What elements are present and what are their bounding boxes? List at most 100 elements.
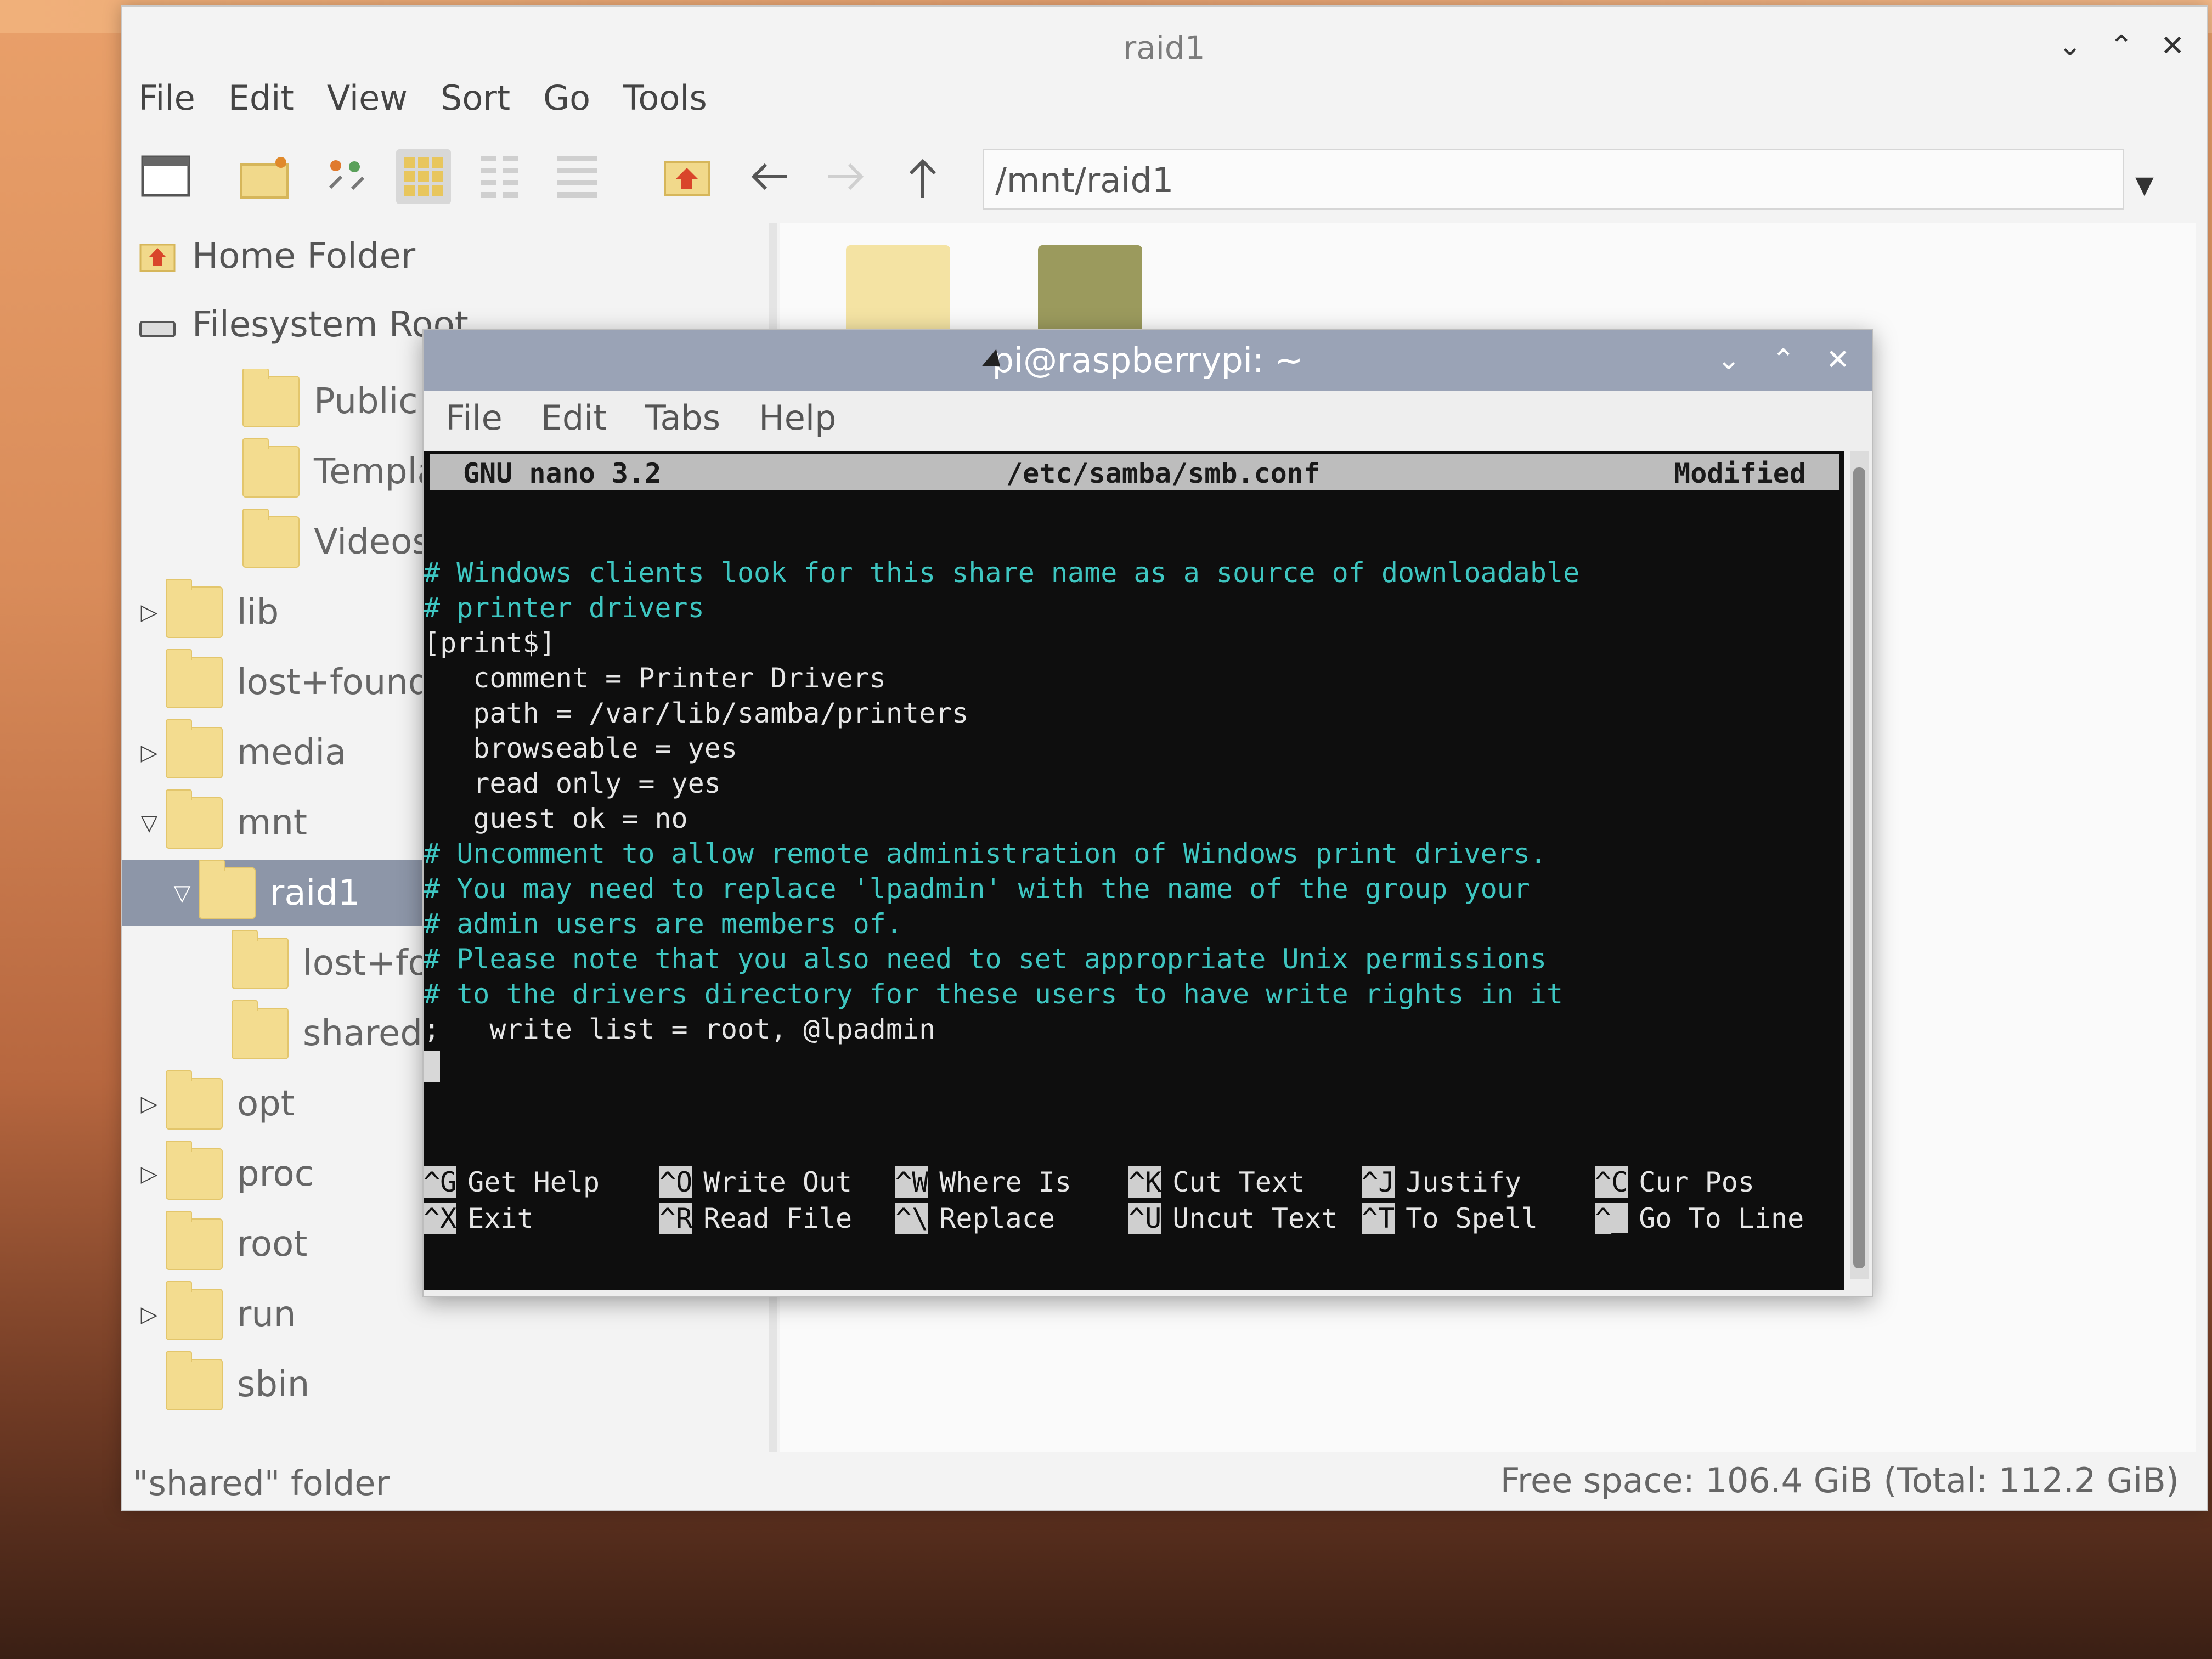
forward-arrow-icon[interactable]: [819, 149, 873, 204]
tree-item[interactable]: root: [166, 1211, 307, 1277]
status-selection: "shared" folder: [133, 1463, 390, 1503]
place-home-folder[interactable]: Home Folder: [138, 229, 415, 284]
compact-view-icon[interactable]: [473, 149, 528, 204]
shortcut-label: Replace: [939, 1203, 1055, 1234]
folder-icon: [242, 438, 300, 498]
nano-header: GNU nano 3.2 /etc/samba/smb.conf Modifie…: [430, 454, 1839, 490]
menu-sort[interactable]: Sort: [441, 78, 510, 118]
tree-item[interactable]: ▷ media: [133, 719, 346, 786]
shortcut-item: ^U Uncut Text: [1128, 1200, 1338, 1237]
editor-line: [print$]: [424, 627, 556, 659]
folder-icon: [166, 1211, 223, 1270]
menu-edit[interactable]: Edit: [228, 78, 294, 118]
shortcut-item: ^\ Replace: [895, 1200, 1055, 1237]
minimize-button[interactable]: ⌄: [2058, 30, 2082, 63]
terminal-screen[interactable]: GNU nano 3.2 /etc/samba/smb.conf Modifie…: [424, 451, 1844, 1290]
folder-icon: [166, 1351, 223, 1410]
tree-item[interactable]: ▷ lib: [133, 579, 279, 645]
tree-item[interactable]: shared: [232, 1000, 422, 1066]
up-arrow-icon[interactable]: [895, 149, 950, 204]
menu-file[interactable]: File: [445, 391, 503, 445]
window-title: raid1: [1123, 29, 1205, 66]
shortcut-key: ^O: [659, 1166, 693, 1198]
tree-item[interactable]: lost+fo: [232, 930, 430, 996]
toolbar: /mnt/raid1 ▼: [138, 138, 2190, 221]
editor-buffer[interactable]: # Windows clients look for this share na…: [424, 555, 1579, 1082]
nano-version: GNU nano 3.2: [463, 458, 662, 489]
editor-line: # Please note that you also need to set …: [424, 943, 1547, 975]
tree-item[interactable]: sbin: [166, 1351, 309, 1418]
tree-item[interactable]: ▷ proc: [133, 1141, 314, 1207]
tree-item[interactable]: Videos: [242, 509, 431, 575]
tree-item[interactable]: ▽ mnt: [133, 789, 307, 856]
expand-arrow-icon[interactable]: ▷: [133, 600, 166, 625]
minimize-button[interactable]: ⌄: [1717, 343, 1741, 376]
editor-line: [424, 1047, 1579, 1082]
list-view-icon[interactable]: [550, 149, 605, 204]
scrollbar-thumb[interactable]: [1853, 467, 1865, 1268]
home-icon: [139, 244, 176, 272]
shortcut-key: ^\: [895, 1203, 929, 1234]
shortcut-label: Write Out: [703, 1166, 853, 1198]
expand-arrow-icon[interactable]: ▷: [133, 1161, 166, 1187]
shortcut-key: ^W: [895, 1166, 929, 1198]
folder-icon[interactable]: [846, 245, 950, 333]
window-controls: ⌄ ⌃ ✕: [1717, 343, 1850, 376]
folder-icon: [199, 860, 256, 919]
shortcut-label: Exit: [467, 1203, 534, 1234]
drive-icon: [139, 321, 176, 337]
collapse-arrow-icon[interactable]: ▽: [166, 881, 199, 906]
close-button[interactable]: ✕: [2160, 30, 2185, 63]
terminal-titlebar[interactable]: pi@raspberrypi: ~ ⌄ ⌃ ✕: [424, 330, 1872, 391]
tree-item[interactable]: ▷ opt: [133, 1070, 295, 1137]
shortcut-key: ^U: [1128, 1203, 1162, 1234]
place-filesystem-root[interactable]: Filesystem Root: [138, 297, 469, 352]
shortcut-label: To Spell: [1406, 1203, 1538, 1234]
filter-icon[interactable]: [319, 149, 374, 204]
back-arrow-icon[interactable]: [742, 149, 797, 204]
shortcut-label: Cur Pos: [1639, 1166, 1754, 1198]
shortcut-item: ^J Justify: [1362, 1164, 1521, 1200]
terminal-window: pi@raspberrypi: ~ ⌄ ⌃ ✕ File Edit Tabs H…: [422, 329, 1873, 1297]
expand-arrow-icon[interactable]: ▷: [133, 740, 166, 765]
menu-edit[interactable]: Edit: [541, 391, 607, 445]
shortcut-item: ^C Cur Pos: [1595, 1164, 1754, 1200]
terminal-title: pi@raspberrypi: ~: [992, 340, 1304, 380]
shortcut-key: ^C: [1595, 1166, 1628, 1198]
icon-view-icon[interactable]: [396, 149, 451, 204]
tree-item[interactable]: ▷ run: [133, 1281, 296, 1347]
shortcut-label: Read File: [703, 1203, 853, 1234]
expand-arrow-icon[interactable]: ▷: [133, 1302, 166, 1327]
nano-modified-status: Modified: [1674, 458, 1806, 489]
terminal-scrollbar[interactable]: [1850, 451, 1869, 1279]
collapse-arrow-icon[interactable]: ▽: [133, 810, 166, 836]
editor-line: # printer drivers: [424, 592, 704, 624]
path-input[interactable]: /mnt/raid1: [983, 149, 2124, 210]
menu-file[interactable]: File: [138, 78, 195, 118]
path-dropdown-icon[interactable]: ▼: [2135, 171, 2154, 199]
tree-item[interactable]: Public: [242, 369, 417, 435]
terminal-menu-bar: File Edit Tabs Help: [445, 391, 836, 445]
close-button[interactable]: ✕: [1826, 343, 1850, 376]
maximize-button[interactable]: ⌃: [1771, 343, 1796, 376]
expand-arrow-icon[interactable]: ▷: [133, 1091, 166, 1116]
menu-tools[interactable]: Tools: [623, 78, 707, 118]
menu-view[interactable]: View: [327, 78, 408, 118]
new-folder-icon[interactable]: [237, 149, 292, 204]
folder-icon: [166, 789, 223, 849]
new-window-icon[interactable]: [138, 149, 193, 204]
menu-tabs[interactable]: Tabs: [645, 391, 720, 445]
tree-item[interactable]: Templa: [242, 438, 439, 505]
home-icon[interactable]: [659, 149, 714, 204]
shortcut-item: ^_ Go To Line: [1595, 1200, 1804, 1237]
editor-line: ; write list = root, @lpadmin: [424, 1013, 936, 1045]
nano-shortcut-bar: ^G Get Help ^X Exit ^O Write Out ^R Read File ^W…: [424, 1164, 1844, 1241]
maximize-button[interactable]: ⌃: [2109, 30, 2134, 63]
shortcut-item: ^O Write Out: [659, 1164, 852, 1200]
menu-help[interactable]: Help: [759, 391, 836, 445]
shortcut-label: Justify: [1406, 1166, 1521, 1198]
menu-go[interactable]: Go: [543, 78, 590, 118]
shortcut-key: ^R: [659, 1203, 693, 1234]
tree-item[interactable]: lost+found: [166, 649, 430, 715]
folder-icon[interactable]: [1038, 245, 1142, 333]
